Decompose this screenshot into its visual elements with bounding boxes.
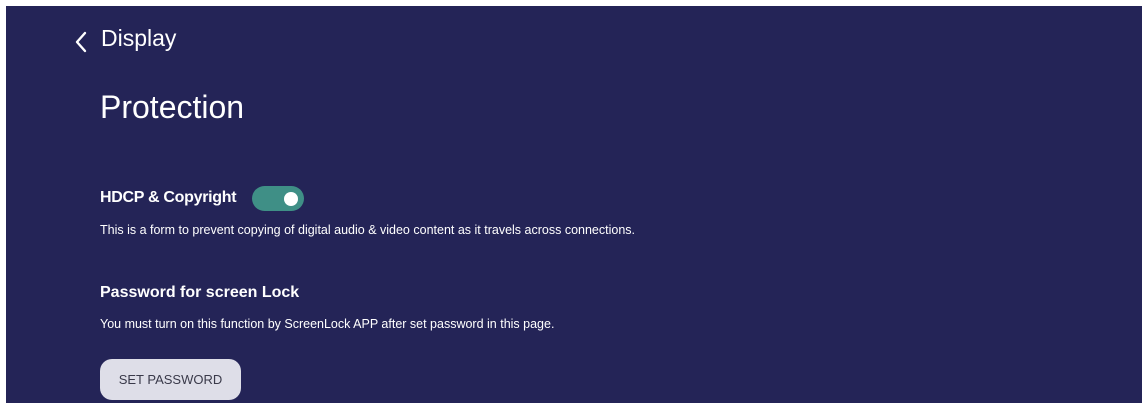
- hdcp-toggle[interactable]: [252, 186, 304, 211]
- toggle-knob: [284, 192, 298, 206]
- page-title: Protection: [100, 89, 245, 125]
- display-protection-screen: Display Protection HDCP & Copyright This…: [6, 6, 1142, 403]
- back-button[interactable]: [68, 28, 98, 58]
- hdcp-setting-title: HDCP & Copyright: [100, 189, 237, 206]
- chevron-left-icon: [75, 31, 87, 53]
- screen-lock-setting-title: Password for screen Lock: [100, 284, 300, 301]
- nav-title: Display: [101, 25, 177, 51]
- hdcp-setting-description: This is a form to prevent copying of dig…: [100, 223, 635, 237]
- set-password-button[interactable]: SET PASSWORD: [100, 359, 241, 400]
- screen-lock-setting-description: You must turn on this function by Screen…: [100, 317, 555, 331]
